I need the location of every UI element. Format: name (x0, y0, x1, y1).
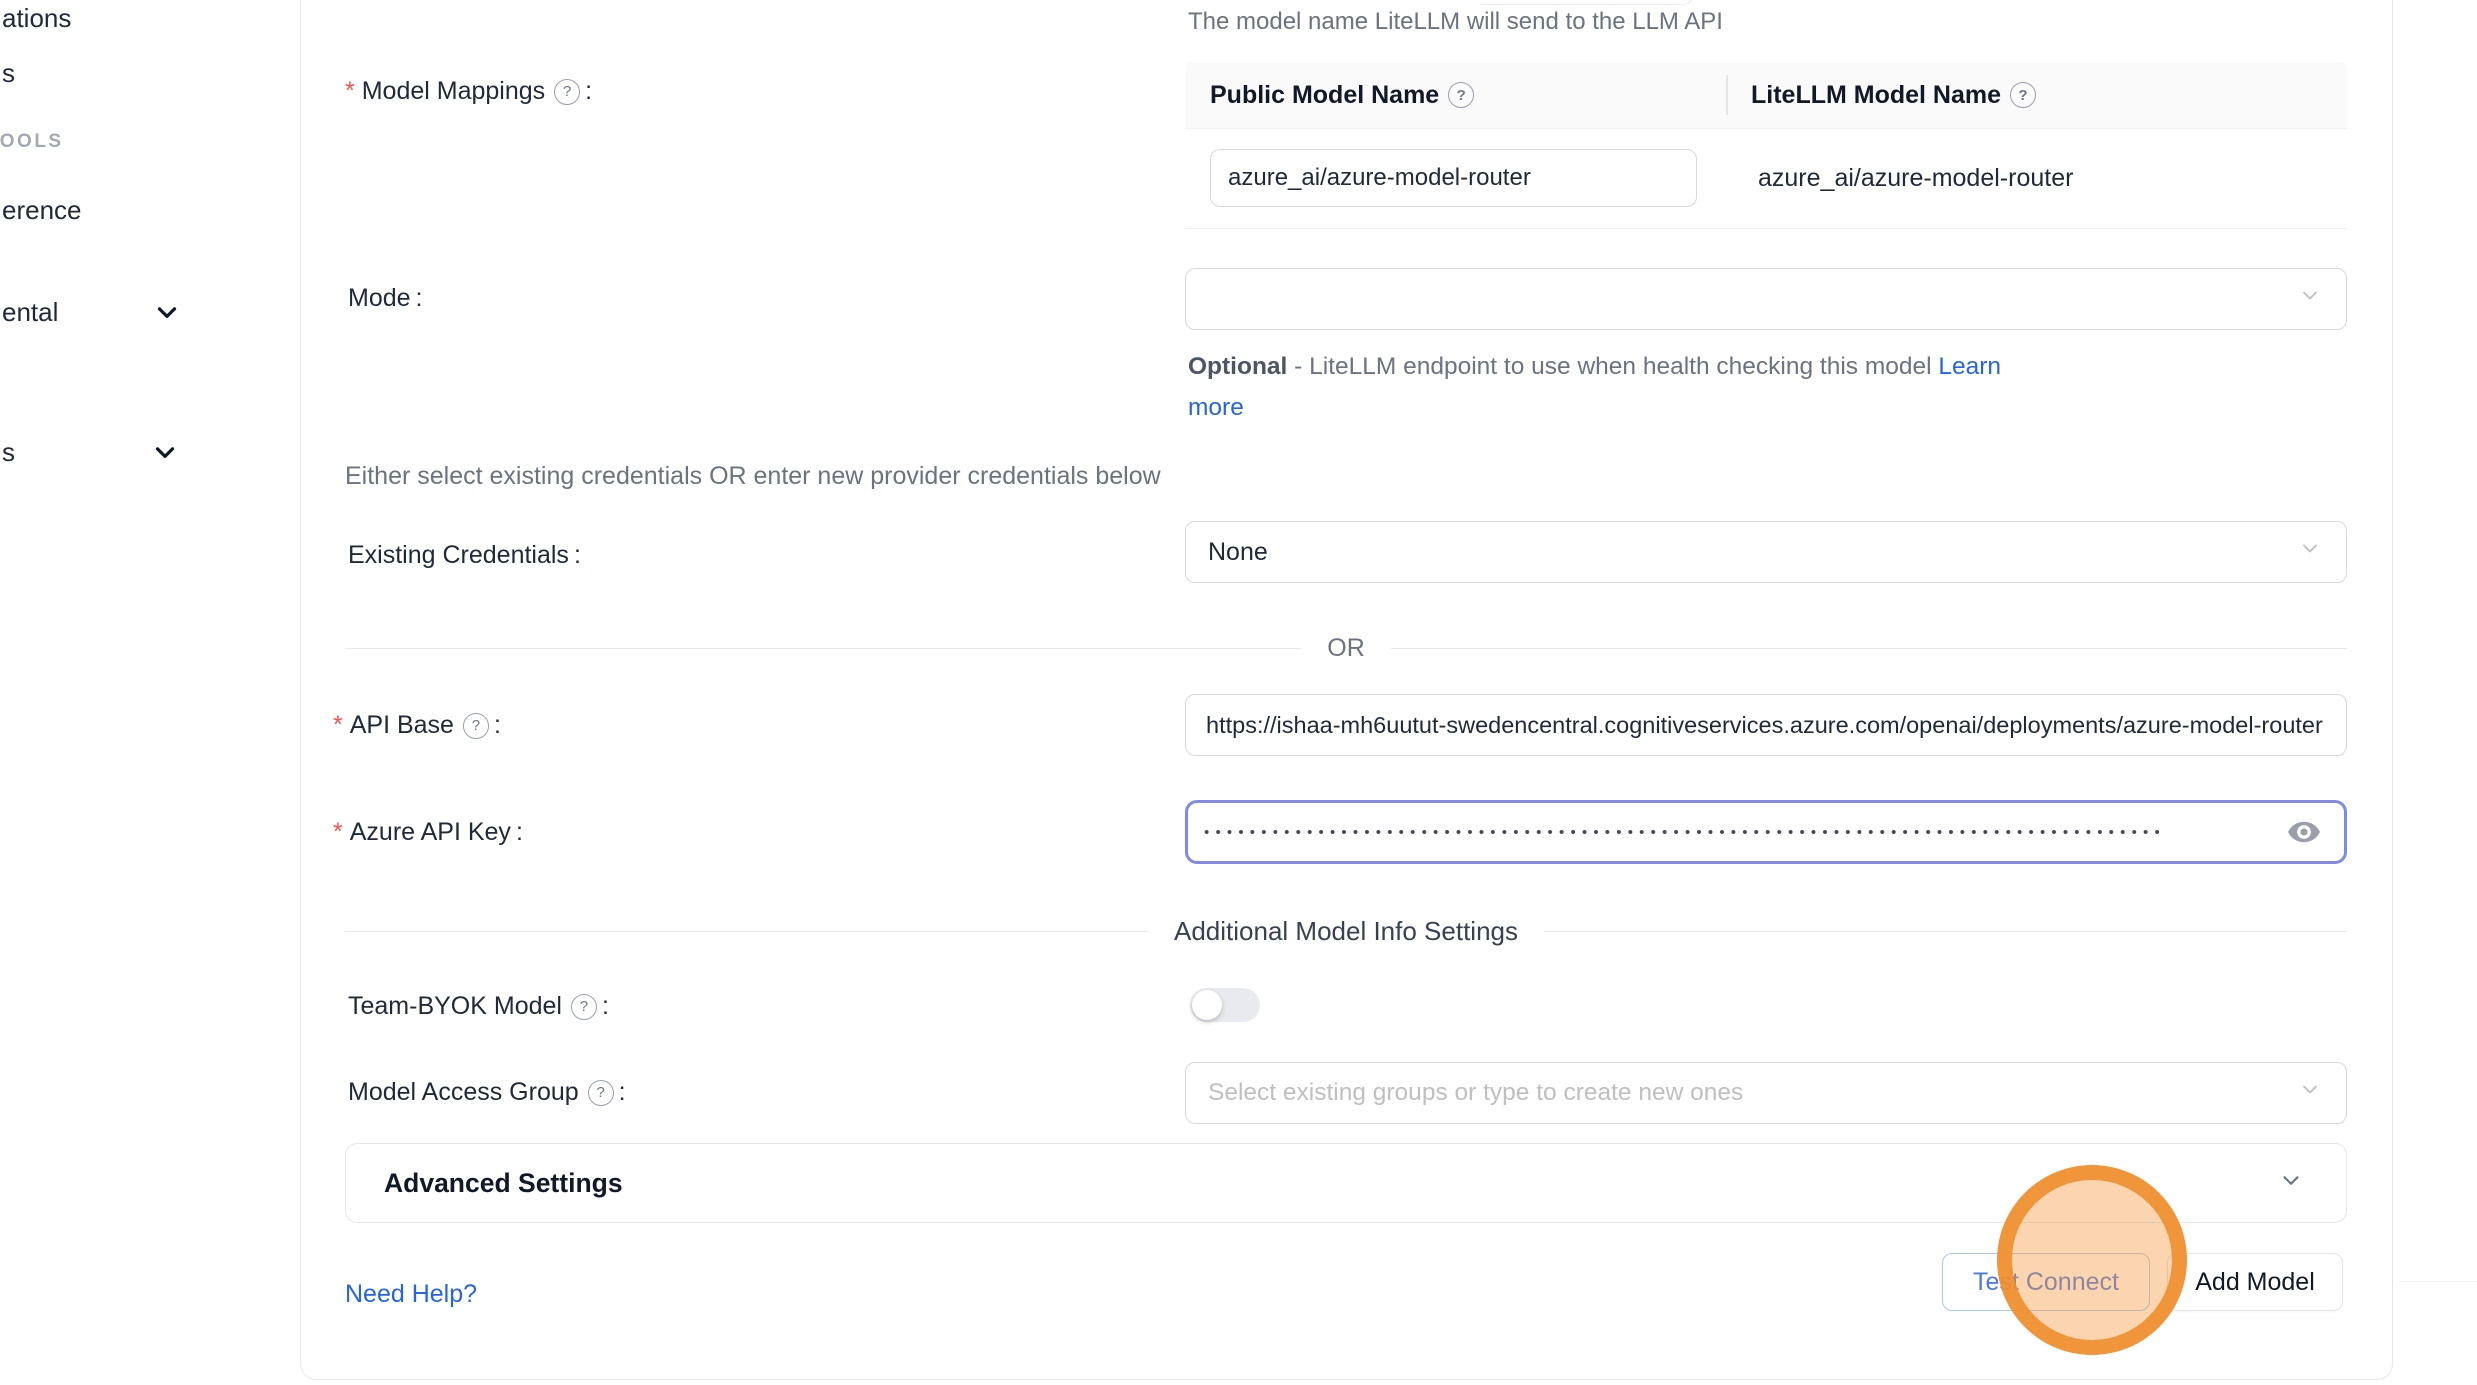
help-icon[interactable]: ? (571, 994, 597, 1020)
field-label-text: Existing Credentials (348, 541, 569, 570)
additional-settings-divider-text: Additional Model Info Settings (1148, 916, 1544, 947)
api-base-input[interactable]: https://ishaa-mh6uutut-swedencentral.cog… (1185, 694, 2347, 756)
column-header-text: LiteLLM Model Name (1751, 81, 2001, 110)
help-glyph: ? (563, 83, 571, 100)
existing-credentials-select[interactable]: None (1185, 521, 2347, 583)
sidebar-item-inference[interactable]: erence (2, 195, 82, 226)
label-colon: : (494, 711, 501, 740)
sidebar-item-experimental[interactable]: ental (2, 297, 58, 328)
chevron-down-icon[interactable] (150, 437, 180, 472)
sidebar-item-settings[interactable]: s (2, 437, 15, 468)
optional-bold: Optional (1188, 353, 1287, 380)
label-colon: : (585, 77, 592, 106)
required-asterisk: * (333, 818, 343, 847)
learn-more-link[interactable]: Learn (1938, 353, 2001, 380)
column-header-public-model-name: Public Model Name ? (1185, 62, 1726, 128)
mode-label: Mode : (348, 284, 423, 313)
help-glyph: ? (2018, 87, 2027, 104)
masked-password-value: ••••••••••••••••••••••••••••••••••••••••… (1188, 824, 2286, 841)
toggle-knob (1192, 990, 1222, 1020)
litellm-model-name-value: azure_ai/azure-model-router (1758, 129, 2073, 228)
azure-api-key-label: * Azure API Key : (333, 818, 523, 847)
label-colon: : (516, 818, 523, 847)
existing-credentials-label: Existing Credentials : (348, 541, 581, 570)
help-glyph: ? (1457, 87, 1466, 104)
learn-more-link[interactable]: more (1188, 394, 1244, 421)
required-asterisk: * (345, 77, 355, 106)
need-help-link[interactable]: Need Help? (345, 1280, 477, 1309)
mode-help-body: - LiteLLM endpoint to use when health ch… (1287, 353, 1938, 380)
table-row: azure_ai/azure-model-router (1185, 129, 2347, 229)
divider-line (345, 648, 1301, 649)
chevron-down-icon[interactable] (152, 297, 182, 332)
sidebar-item-label: s (2, 58, 15, 88)
divider-line (345, 931, 1148, 932)
column-header-text: Public Model Name (1210, 81, 1439, 110)
help-icon[interactable]: ? (463, 713, 489, 739)
field-label-text: Model Access Group (348, 1078, 579, 1107)
label-colon: : (574, 541, 581, 570)
sidebar-section-label: TOOLS (0, 131, 64, 152)
help-glyph: ? (597, 1084, 605, 1101)
mode-help-text: Optional - LiteLLM endpoint to use when … (1188, 346, 2048, 428)
label-colon: : (619, 1078, 626, 1107)
eye-icon[interactable] (2286, 814, 2322, 850)
sidebar-item-label: erence (2, 195, 82, 225)
column-divider (1726, 75, 1728, 115)
help-icon[interactable]: ? (1448, 82, 1474, 108)
sidebar-item-label: s (2, 437, 15, 467)
sidebar-section-tools: TOOLS (0, 131, 64, 153)
model-mappings-table: Public Model Name ? LiteLLM Model Name ?… (1185, 62, 2347, 229)
divider-line (1391, 648, 2347, 649)
sidebar-item-label: ental (2, 297, 58, 327)
or-divider: OR (345, 634, 2347, 663)
table-header-row: Public Model Name ? LiteLLM Model Name ? (1185, 62, 2347, 129)
label-colon: : (602, 992, 609, 1021)
existing-credentials-value: None (1186, 538, 1268, 567)
help-icon[interactable]: ? (588, 1080, 614, 1106)
azure-api-key-input[interactable]: ••••••••••••••••••••••••••••••••••••••••… (1185, 800, 2347, 864)
help-glyph: ? (472, 717, 480, 734)
help-glyph: ? (580, 998, 588, 1015)
clipped-input-fragment (1480, 0, 1693, 5)
sidebar-item-integrations[interactable]: ations (2, 3, 71, 34)
public-model-name-input[interactable] (1210, 149, 1697, 207)
team-byok-label: Team-BYOK Model ? : (348, 992, 609, 1021)
chevron-down-icon (2298, 1078, 2322, 1109)
add-model-page: ations s TOOLS erence ental s The model … (0, 0, 2477, 1385)
credentials-note: Either select existing credentials OR en… (345, 462, 1161, 491)
api-base-label: * API Base ? : (333, 711, 501, 740)
add-model-button-label: Add Model (2195, 1268, 2315, 1297)
field-label-text: Team-BYOK Model (348, 992, 562, 1021)
help-icon[interactable]: ? (2010, 82, 2036, 108)
model-mappings-label: * Model Mappings ? : (345, 77, 592, 106)
model-access-group-label: Model Access Group ? : (348, 1078, 626, 1107)
team-byok-toggle[interactable] (1190, 988, 1260, 1022)
divider-line (1544, 931, 2347, 932)
or-divider-text: OR (1301, 634, 1391, 663)
field-label-text: Mode (348, 284, 411, 313)
help-icon[interactable]: ? (554, 79, 580, 105)
chevron-down-icon (2298, 537, 2322, 568)
background-artifact-line (2398, 1281, 2477, 1282)
additional-settings-divider: Additional Model Info Settings (345, 916, 2347, 947)
chevron-down-icon (2278, 1168, 2304, 1199)
advanced-settings-label: Advanced Settings (384, 1168, 623, 1199)
label-colon: : (416, 284, 423, 313)
mode-select[interactable] (1185, 268, 2347, 330)
field-label-text: API Base (350, 711, 454, 740)
model-access-group-placeholder: Select existing groups or type to create… (1186, 1079, 1743, 1107)
required-asterisk: * (333, 711, 343, 740)
add-model-button[interactable]: Add Model (2167, 1253, 2343, 1311)
model-name-help-text: The model name LiteLLM will send to the … (1188, 8, 1723, 36)
model-access-group-select[interactable]: Select existing groups or type to create… (1185, 1062, 2347, 1124)
api-base-value: https://ishaa-mh6uutut-swedencentral.cog… (1186, 712, 2346, 739)
chevron-down-icon (2298, 284, 2322, 315)
sidebar-item-label: ations (2, 3, 71, 33)
field-label-text: Model Mappings (362, 77, 545, 106)
field-label-text: Azure API Key (350, 818, 511, 847)
column-header-litellm-model-name: LiteLLM Model Name ? (1726, 62, 2347, 128)
sidebar-item-models[interactable]: s (2, 58, 15, 89)
click-highlight-circle (1997, 1165, 2187, 1355)
